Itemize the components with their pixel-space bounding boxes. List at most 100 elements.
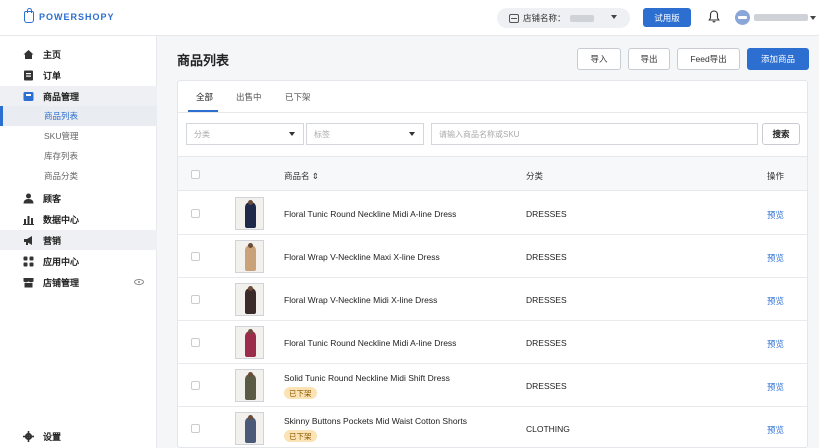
- sidebar-item-settings[interactable]: 设置: [0, 426, 157, 446]
- sidebar-item-home[interactable]: 主页: [0, 44, 157, 64]
- row-checkbox[interactable]: [191, 381, 200, 390]
- sidebar-item-marketing[interactable]: 营销: [0, 230, 157, 250]
- row-checkbox[interactable]: [191, 252, 200, 261]
- search-input[interactable]: 请输入商品名称或SKU: [431, 123, 758, 145]
- sidebar-item-label: 营销: [43, 235, 62, 246]
- row-checkbox[interactable]: [191, 209, 200, 218]
- product-thumbnail[interactable]: [235, 369, 264, 402]
- customer-icon: [23, 193, 34, 203]
- avatar[interactable]: [735, 10, 750, 25]
- table-header: 商品名 ⇕ 分类 操作: [178, 156, 807, 191]
- table-row[interactable]: Solid Tunic Round Neckline Midi Shift Dr…: [178, 364, 807, 407]
- chevron-down-icon: [409, 132, 415, 136]
- sidebar-item-products[interactable]: 商品管理: [0, 86, 157, 106]
- shopping-bag-icon: [24, 8, 34, 23]
- logo[interactable]: POWERSHOPY: [24, 8, 115, 23]
- product-name[interactable]: Solid Tunic Round Neckline Midi Shift Dr…: [284, 373, 450, 383]
- tag-filter[interactable]: 标签: [306, 123, 424, 145]
- preview-link[interactable]: 预览: [767, 381, 784, 393]
- product-category: DRESSES: [526, 209, 567, 219]
- product-thumbnail[interactable]: [235, 283, 264, 316]
- product-category: CLOTHING: [526, 424, 570, 434]
- column-header-action: 操作: [767, 171, 785, 181]
- preview-link[interactable]: 预览: [767, 252, 784, 264]
- chevron-down-icon[interactable]: [810, 16, 816, 20]
- top-bar: POWERSHOPY 店铺名称： 试用版: [0, 0, 819, 36]
- sidebar: 主页 订单 商品管理 商品列表 SKU管理 库存列表 商品分类 顾客 数据中心 …: [0, 36, 157, 448]
- eye-icon[interactable]: [134, 279, 144, 285]
- tab-off-shelf[interactable]: 已下架: [285, 91, 311, 103]
- store-icon: [509, 13, 519, 23]
- select-all-checkbox[interactable]: [191, 170, 200, 179]
- column-header-name[interactable]: 商品名 ⇕: [284, 170, 319, 182]
- sidebar-item-customers[interactable]: 顾客: [0, 188, 157, 208]
- row-checkbox[interactable]: [191, 295, 200, 304]
- tab-all[interactable]: 全部: [196, 91, 213, 103]
- product-category: DRESSES: [526, 381, 567, 391]
- sidebar-item-app-center[interactable]: 应用中心: [0, 251, 157, 271]
- sidebar-item-label: 顾客: [43, 193, 62, 204]
- order-icon: [24, 70, 33, 80]
- store-selector[interactable]: 店铺名称：: [497, 8, 630, 28]
- preview-link[interactable]: 预览: [767, 209, 784, 221]
- import-button[interactable]: 导入: [577, 48, 621, 70]
- row-checkbox[interactable]: [191, 338, 200, 347]
- sidebar-subitem-sku[interactable]: SKU管理: [0, 126, 157, 146]
- product-thumbnail[interactable]: [235, 326, 264, 359]
- sidebar-subitem-product-list[interactable]: 商品列表: [0, 106, 157, 126]
- status-badge: 已下架: [284, 430, 317, 442]
- export-button[interactable]: 导出: [628, 48, 670, 70]
- store-label: 店铺名称：: [523, 13, 566, 23]
- search-button[interactable]: 搜索: [762, 123, 800, 145]
- table-row[interactable]: Floral Wrap V-Neckline Midi X-line Dress…: [178, 278, 807, 321]
- table-row[interactable]: Floral Tunic Round Neckline Midi A-line …: [178, 192, 807, 235]
- product-thumbnail[interactable]: [235, 197, 264, 230]
- sidebar-subitem-categories[interactable]: 商品分类: [0, 166, 157, 186]
- sidebar-item-orders[interactable]: 订单: [0, 65, 157, 85]
- product-category: DRESSES: [526, 252, 567, 262]
- preview-link[interactable]: 预览: [767, 424, 784, 436]
- preview-link[interactable]: 预览: [767, 295, 784, 307]
- product-name[interactable]: Floral Wrap V-Neckline Midi X-line Dress: [284, 295, 437, 305]
- product-name[interactable]: Floral Tunic Round Neckline Midi A-line …: [284, 338, 456, 348]
- sidebar-item-label: 订单: [43, 70, 62, 81]
- chart-icon: [23, 215, 34, 225]
- sidebar-item-label: 应用中心: [43, 256, 80, 267]
- sidebar-item-label: 数据中心: [43, 214, 80, 225]
- category-filter-placeholder: 分类: [194, 129, 210, 139]
- gear-icon: [23, 430, 34, 442]
- sidebar-item-label: 商品管理: [43, 91, 80, 102]
- megaphone-icon: [24, 235, 32, 245]
- product-icon: [23, 91, 34, 101]
- product-name[interactable]: Skinny Buttons Pockets Mid Waist Cotton …: [284, 416, 467, 426]
- product-thumbnail[interactable]: [235, 240, 264, 273]
- category-filter[interactable]: 分类: [186, 123, 304, 145]
- sidebar-item-data-center[interactable]: 数据中心: [0, 209, 157, 229]
- table-row[interactable]: Floral Tunic Round Neckline Midi A-line …: [178, 321, 807, 364]
- product-name[interactable]: Floral Wrap V-Neckline Maxi X-line Dress: [284, 252, 440, 262]
- sidebar-item-label: 主页: [43, 49, 62, 60]
- sidebar-item-label: 店铺管理: [43, 277, 80, 288]
- product-name[interactable]: Floral Tunic Round Neckline Midi A-line …: [284, 209, 456, 219]
- logo-text: POWERSHOPY: [39, 12, 115, 22]
- user-name-redacted[interactable]: [754, 14, 808, 21]
- preview-link[interactable]: 预览: [767, 338, 784, 350]
- page-title: 商品列表: [177, 53, 230, 68]
- add-product-button[interactable]: 添加商品: [747, 48, 809, 70]
- sidebar-item-label: 设置: [43, 431, 62, 442]
- trial-button[interactable]: 试用版: [643, 8, 691, 27]
- product-category: DRESSES: [526, 295, 567, 305]
- table-row[interactable]: Floral Wrap V-Neckline Maxi X-line Dress…: [178, 235, 807, 278]
- product-thumbnail[interactable]: [235, 412, 264, 445]
- table-row[interactable]: Skinny Buttons Pockets Mid Waist Cotton …: [178, 407, 807, 448]
- store-icon: [23, 277, 34, 287]
- search-placeholder: 请输入商品名称或SKU: [439, 129, 520, 139]
- bell-icon[interactable]: [708, 10, 720, 23]
- row-checkbox[interactable]: [191, 424, 200, 433]
- store-name-redacted: [569, 14, 594, 22]
- chevron-down-icon: [289, 132, 295, 136]
- home-icon: [23, 49, 34, 59]
- feed-export-button[interactable]: Feed导出: [677, 48, 740, 70]
- tab-on-sale[interactable]: 出售中: [236, 91, 262, 103]
- sidebar-subitem-inventory[interactable]: 库存列表: [0, 146, 157, 166]
